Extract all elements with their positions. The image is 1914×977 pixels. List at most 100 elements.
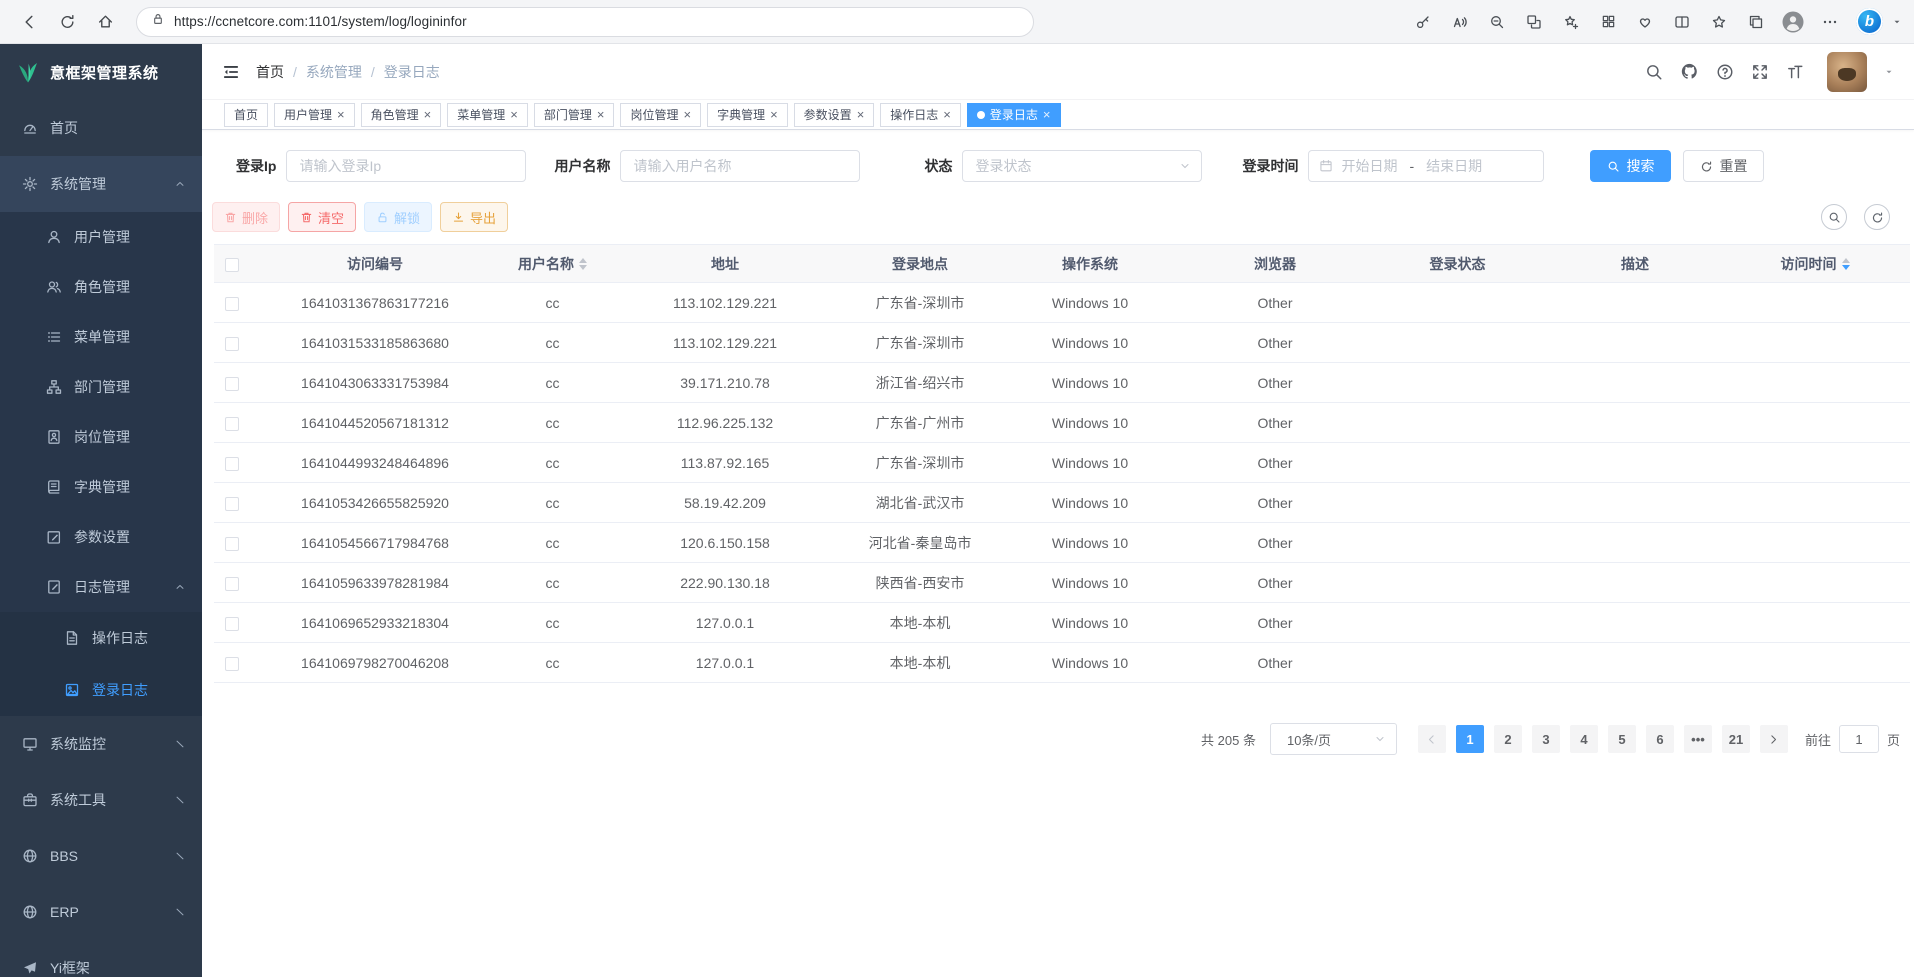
tab[interactable]: 参数设置× — [794, 103, 875, 127]
close-icon[interactable]: × — [857, 108, 865, 121]
extensions-button[interactable] — [1593, 7, 1623, 37]
row-select-cell[interactable] — [214, 563, 250, 603]
profile-button[interactable] — [1778, 7, 1808, 37]
tab[interactable]: 字典管理× — [707, 103, 788, 127]
column-header[interactable]: 用户名称 — [500, 245, 605, 283]
row-select-cell[interactable] — [214, 363, 250, 403]
row-checkbox[interactable] — [225, 457, 239, 471]
page-button[interactable]: 4 — [1570, 725, 1598, 753]
page-button[interactable]: 1 — [1456, 725, 1484, 753]
tab[interactable]: 岗位管理× — [620, 103, 701, 127]
row-select-cell[interactable] — [214, 283, 250, 323]
select-all-header[interactable] — [214, 245, 250, 283]
breadcrumb-home[interactable]: 首页 — [256, 62, 284, 82]
export-button[interactable]: 导出 — [440, 202, 508, 232]
url-bar[interactable]: https://ccnetcore.com:1101/system/log/lo… — [136, 7, 1034, 37]
split-screen-button[interactable] — [1667, 7, 1697, 37]
sidebar-item[interactable]: 用户管理 — [0, 212, 202, 262]
browser-profile-caret-icon[interactable] — [1892, 17, 1902, 27]
page-button[interactable]: 3 — [1532, 725, 1560, 753]
row-checkbox[interactable] — [225, 537, 239, 551]
row-select-cell[interactable] — [214, 603, 250, 643]
github-icon[interactable] — [1680, 62, 1699, 81]
sidebar-item[interactable]: 菜单管理 — [0, 312, 202, 362]
page-button[interactable]: 21 — [1722, 725, 1750, 753]
sidebar-item[interactable]: BBS — [0, 828, 202, 884]
essentials-button[interactable] — [1630, 7, 1660, 37]
row-checkbox[interactable] — [225, 617, 239, 631]
sidebar-item[interactable]: 首页 — [0, 100, 202, 156]
sidebar-item[interactable]: 字典管理 — [0, 462, 202, 512]
zoom-out-button[interactable] — [1482, 7, 1512, 37]
page-ellipsis-button[interactable]: ••• — [1684, 725, 1712, 753]
search-button[interactable]: 搜索 — [1590, 150, 1671, 182]
refresh-button[interactable] — [50, 5, 84, 39]
tab[interactable]: 部门管理× — [534, 103, 615, 127]
search-icon[interactable] — [1645, 63, 1663, 81]
delete-button[interactable]: 删除 — [212, 202, 280, 232]
collections-button[interactable] — [1741, 7, 1771, 37]
translate-button[interactable] — [1519, 7, 1549, 37]
row-select-cell[interactable] — [214, 323, 250, 363]
sidebar-item[interactable]: 岗位管理 — [0, 412, 202, 462]
date-range-picker[interactable]: 开始日期 - 结束日期 — [1308, 150, 1544, 182]
row-checkbox[interactable] — [225, 297, 239, 311]
page-button[interactable]: 5 — [1608, 725, 1636, 753]
sidebar-item[interactable]: 系统工具 — [0, 772, 202, 828]
tab[interactable]: 菜单管理× — [447, 103, 528, 127]
start-date-placeholder[interactable]: 开始日期 — [1341, 156, 1397, 176]
back-button[interactable] — [12, 5, 46, 39]
column-search-button[interactable] — [1821, 204, 1847, 230]
font-size-icon[interactable] — [1786, 63, 1804, 81]
prev-page-button[interactable] — [1418, 725, 1446, 753]
sidebar-item[interactable]: 日志管理 — [0, 562, 202, 612]
sidebar-fold-icon[interactable] — [222, 63, 240, 81]
row-checkbox[interactable] — [225, 417, 239, 431]
sidebar-item[interactable]: Yi框架 — [0, 940, 202, 977]
goto-page-input[interactable] — [1839, 725, 1879, 753]
username-input[interactable] — [620, 150, 860, 182]
chevron-down-icon[interactable] — [1884, 67, 1894, 77]
bing-icon[interactable]: b — [1856, 8, 1883, 35]
status-select[interactable]: 登录状态 — [962, 150, 1202, 182]
more-button[interactable] — [1815, 7, 1845, 37]
unlock-button[interactable]: 解锁 — [364, 202, 432, 232]
fullscreen-icon[interactable] — [1751, 63, 1769, 81]
sidebar-item[interactable]: 系统管理 — [0, 156, 202, 212]
tab[interactable]: 操作日志× — [880, 103, 961, 127]
row-select-cell[interactable] — [214, 523, 250, 563]
close-icon[interactable]: × — [943, 108, 951, 121]
end-date-placeholder[interactable]: 结束日期 — [1426, 156, 1482, 176]
sidebar-item[interactable]: 参数设置 — [0, 512, 202, 562]
read-aloud-button[interactable] — [1445, 7, 1475, 37]
sidebar-item[interactable]: 登录日志 — [0, 664, 202, 716]
sidebar-item[interactable]: 系统监控 — [0, 716, 202, 772]
sidebar-item[interactable]: 部门管理 — [0, 362, 202, 412]
home-button[interactable] — [88, 5, 122, 39]
row-select-cell[interactable] — [214, 443, 250, 483]
tab[interactable]: 角色管理× — [361, 103, 442, 127]
column-header[interactable]: 访问时间 — [1720, 245, 1910, 283]
select-all-checkbox[interactable] — [225, 258, 239, 272]
next-page-button[interactable] — [1760, 725, 1788, 753]
ip-input[interactable] — [286, 150, 526, 182]
page-button[interactable]: 6 — [1646, 725, 1674, 753]
close-icon[interactable]: × — [1043, 108, 1051, 121]
favorite-add-button[interactable] — [1556, 7, 1586, 37]
tab[interactable]: 用户管理× — [274, 103, 355, 127]
close-icon[interactable]: × — [510, 108, 518, 121]
close-icon[interactable]: × — [424, 108, 432, 121]
refresh-table-button[interactable] — [1864, 204, 1890, 230]
row-select-cell[interactable] — [214, 483, 250, 523]
close-icon[interactable]: × — [683, 108, 691, 121]
row-select-cell[interactable] — [214, 403, 250, 443]
row-checkbox[interactable] — [225, 497, 239, 511]
page-button[interactable]: 2 — [1494, 725, 1522, 753]
avatar[interactable] — [1827, 52, 1867, 92]
reset-button[interactable]: 重置 — [1683, 150, 1764, 182]
sidebar-item[interactable]: 操作日志 — [0, 612, 202, 664]
close-icon[interactable]: × — [770, 108, 778, 121]
close-icon[interactable]: × — [597, 108, 605, 121]
row-checkbox[interactable] — [225, 577, 239, 591]
sidebar-item[interactable]: ERP — [0, 884, 202, 940]
